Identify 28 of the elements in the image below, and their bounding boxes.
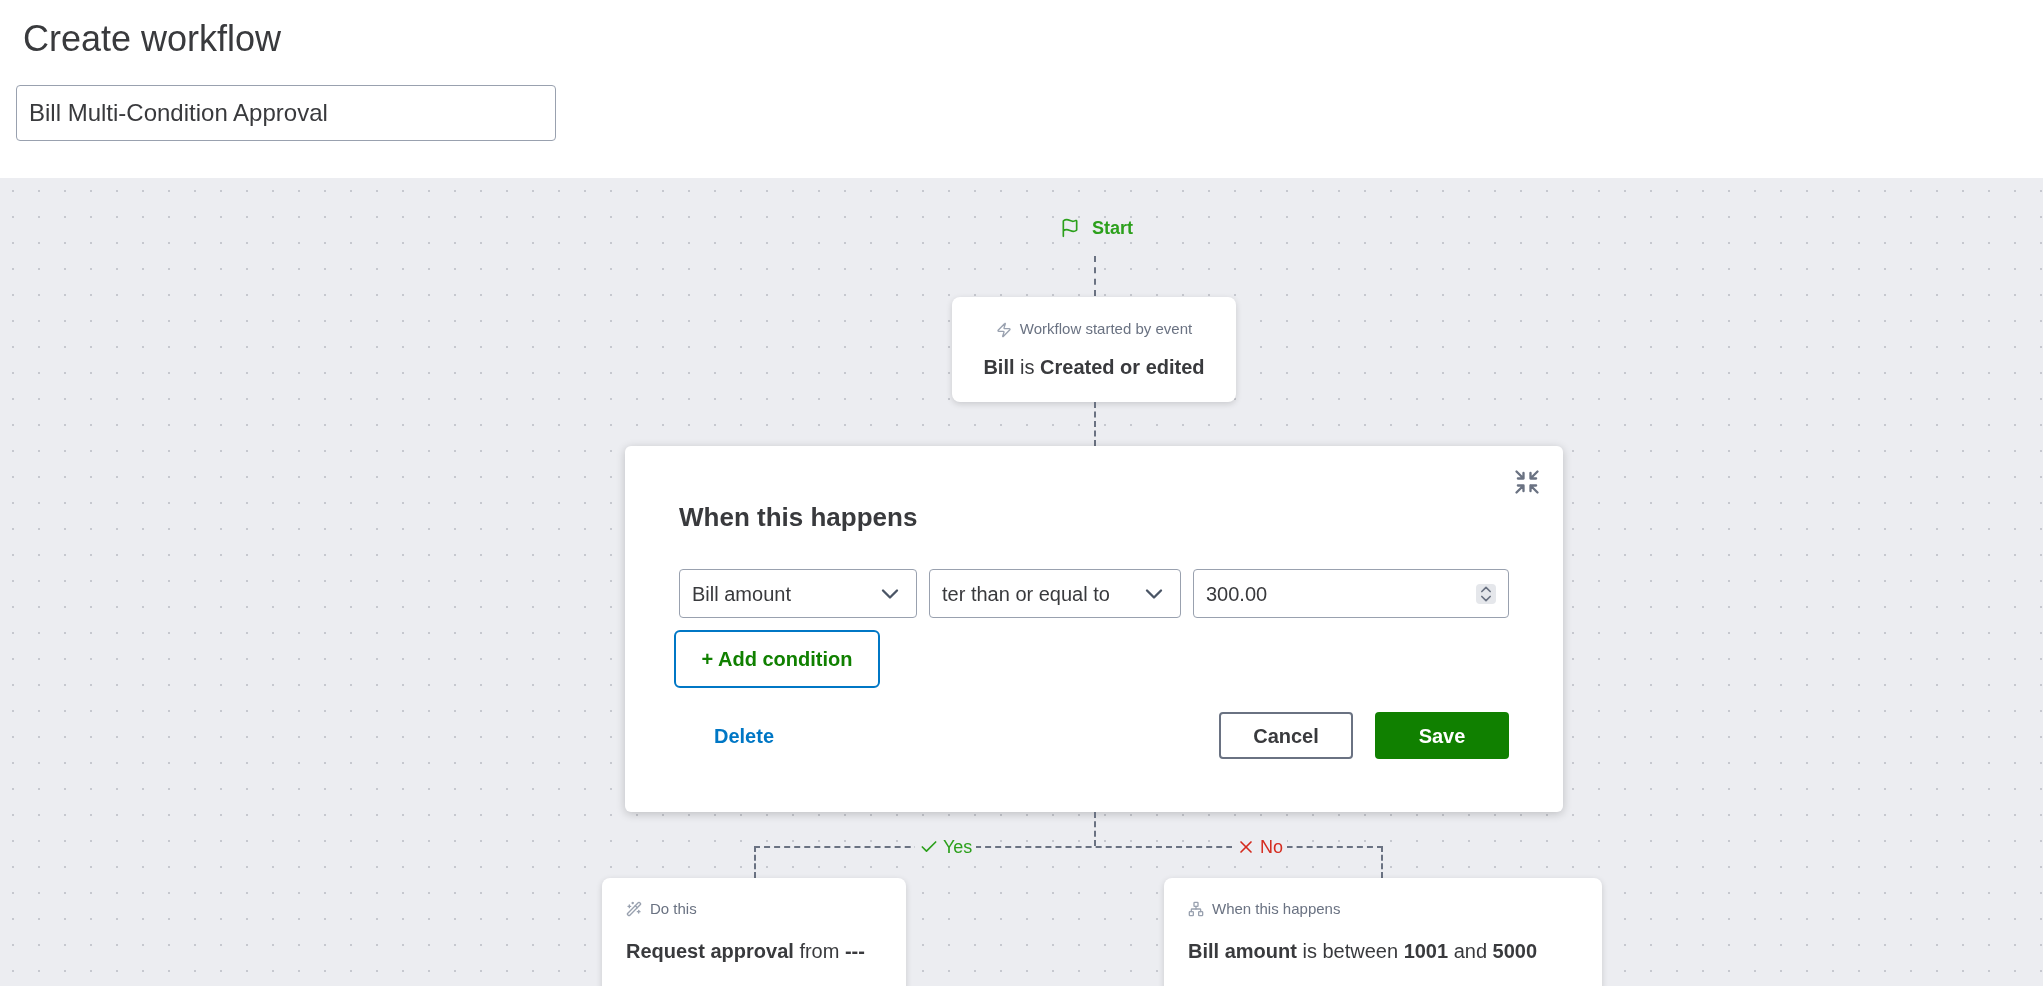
dropdown[interactable]: ter than or equal to bbox=[929, 569, 1181, 618]
hierarchy-icon bbox=[1188, 901, 1204, 918]
dropdown[interactable]: Bill amount bbox=[679, 569, 917, 618]
save-button[interactable]: Save bbox=[1375, 712, 1509, 759]
card-caption: Workflow started by event bbox=[1019, 319, 1193, 340]
number-field[interactable]: 300.00 bbox=[1193, 569, 1509, 618]
trigger-card[interactable]: Workflow started by event Bill is Created or edited bbox=[952, 297, 1236, 402]
branch-label: Yes bbox=[943, 836, 973, 859]
delete-link[interactable]: Delete bbox=[714, 721, 775, 750]
card-text: Bill amount is between 1001 and 5000 bbox=[1188, 938, 1539, 964]
lightning-icon bbox=[995, 321, 1012, 338]
step-card[interactable]: Do this Request approval from --- bbox=[602, 878, 906, 986]
branch-label: No bbox=[1260, 836, 1283, 859]
collapse-icon[interactable] bbox=[1513, 468, 1541, 496]
card-text: Request approval from --- bbox=[626, 938, 866, 964]
flag-icon bbox=[1060, 218, 1080, 238]
wand-icon bbox=[626, 901, 642, 918]
panel-title: When this happens bbox=[679, 501, 919, 534]
card-text: Bill is Created or edited bbox=[983, 354, 1205, 380]
card-caption: Do this bbox=[650, 899, 697, 919]
workflow-name-field[interactable]: Bill Multi-Condition Approval bbox=[16, 85, 556, 141]
card-caption: When this happens bbox=[1212, 899, 1341, 919]
cancel-button[interactable]: Cancel bbox=[1219, 712, 1353, 759]
add-condition-button[interactable]: + Add condition bbox=[674, 630, 880, 688]
start-label: Start bbox=[1092, 217, 1133, 240]
stepper-icon[interactable] bbox=[1476, 583, 1496, 604]
page-title: Create workflow bbox=[23, 17, 283, 61]
step-card[interactable]: When this happens Bill amount is between 1001 and 5000 bbox=[1164, 878, 1602, 986]
